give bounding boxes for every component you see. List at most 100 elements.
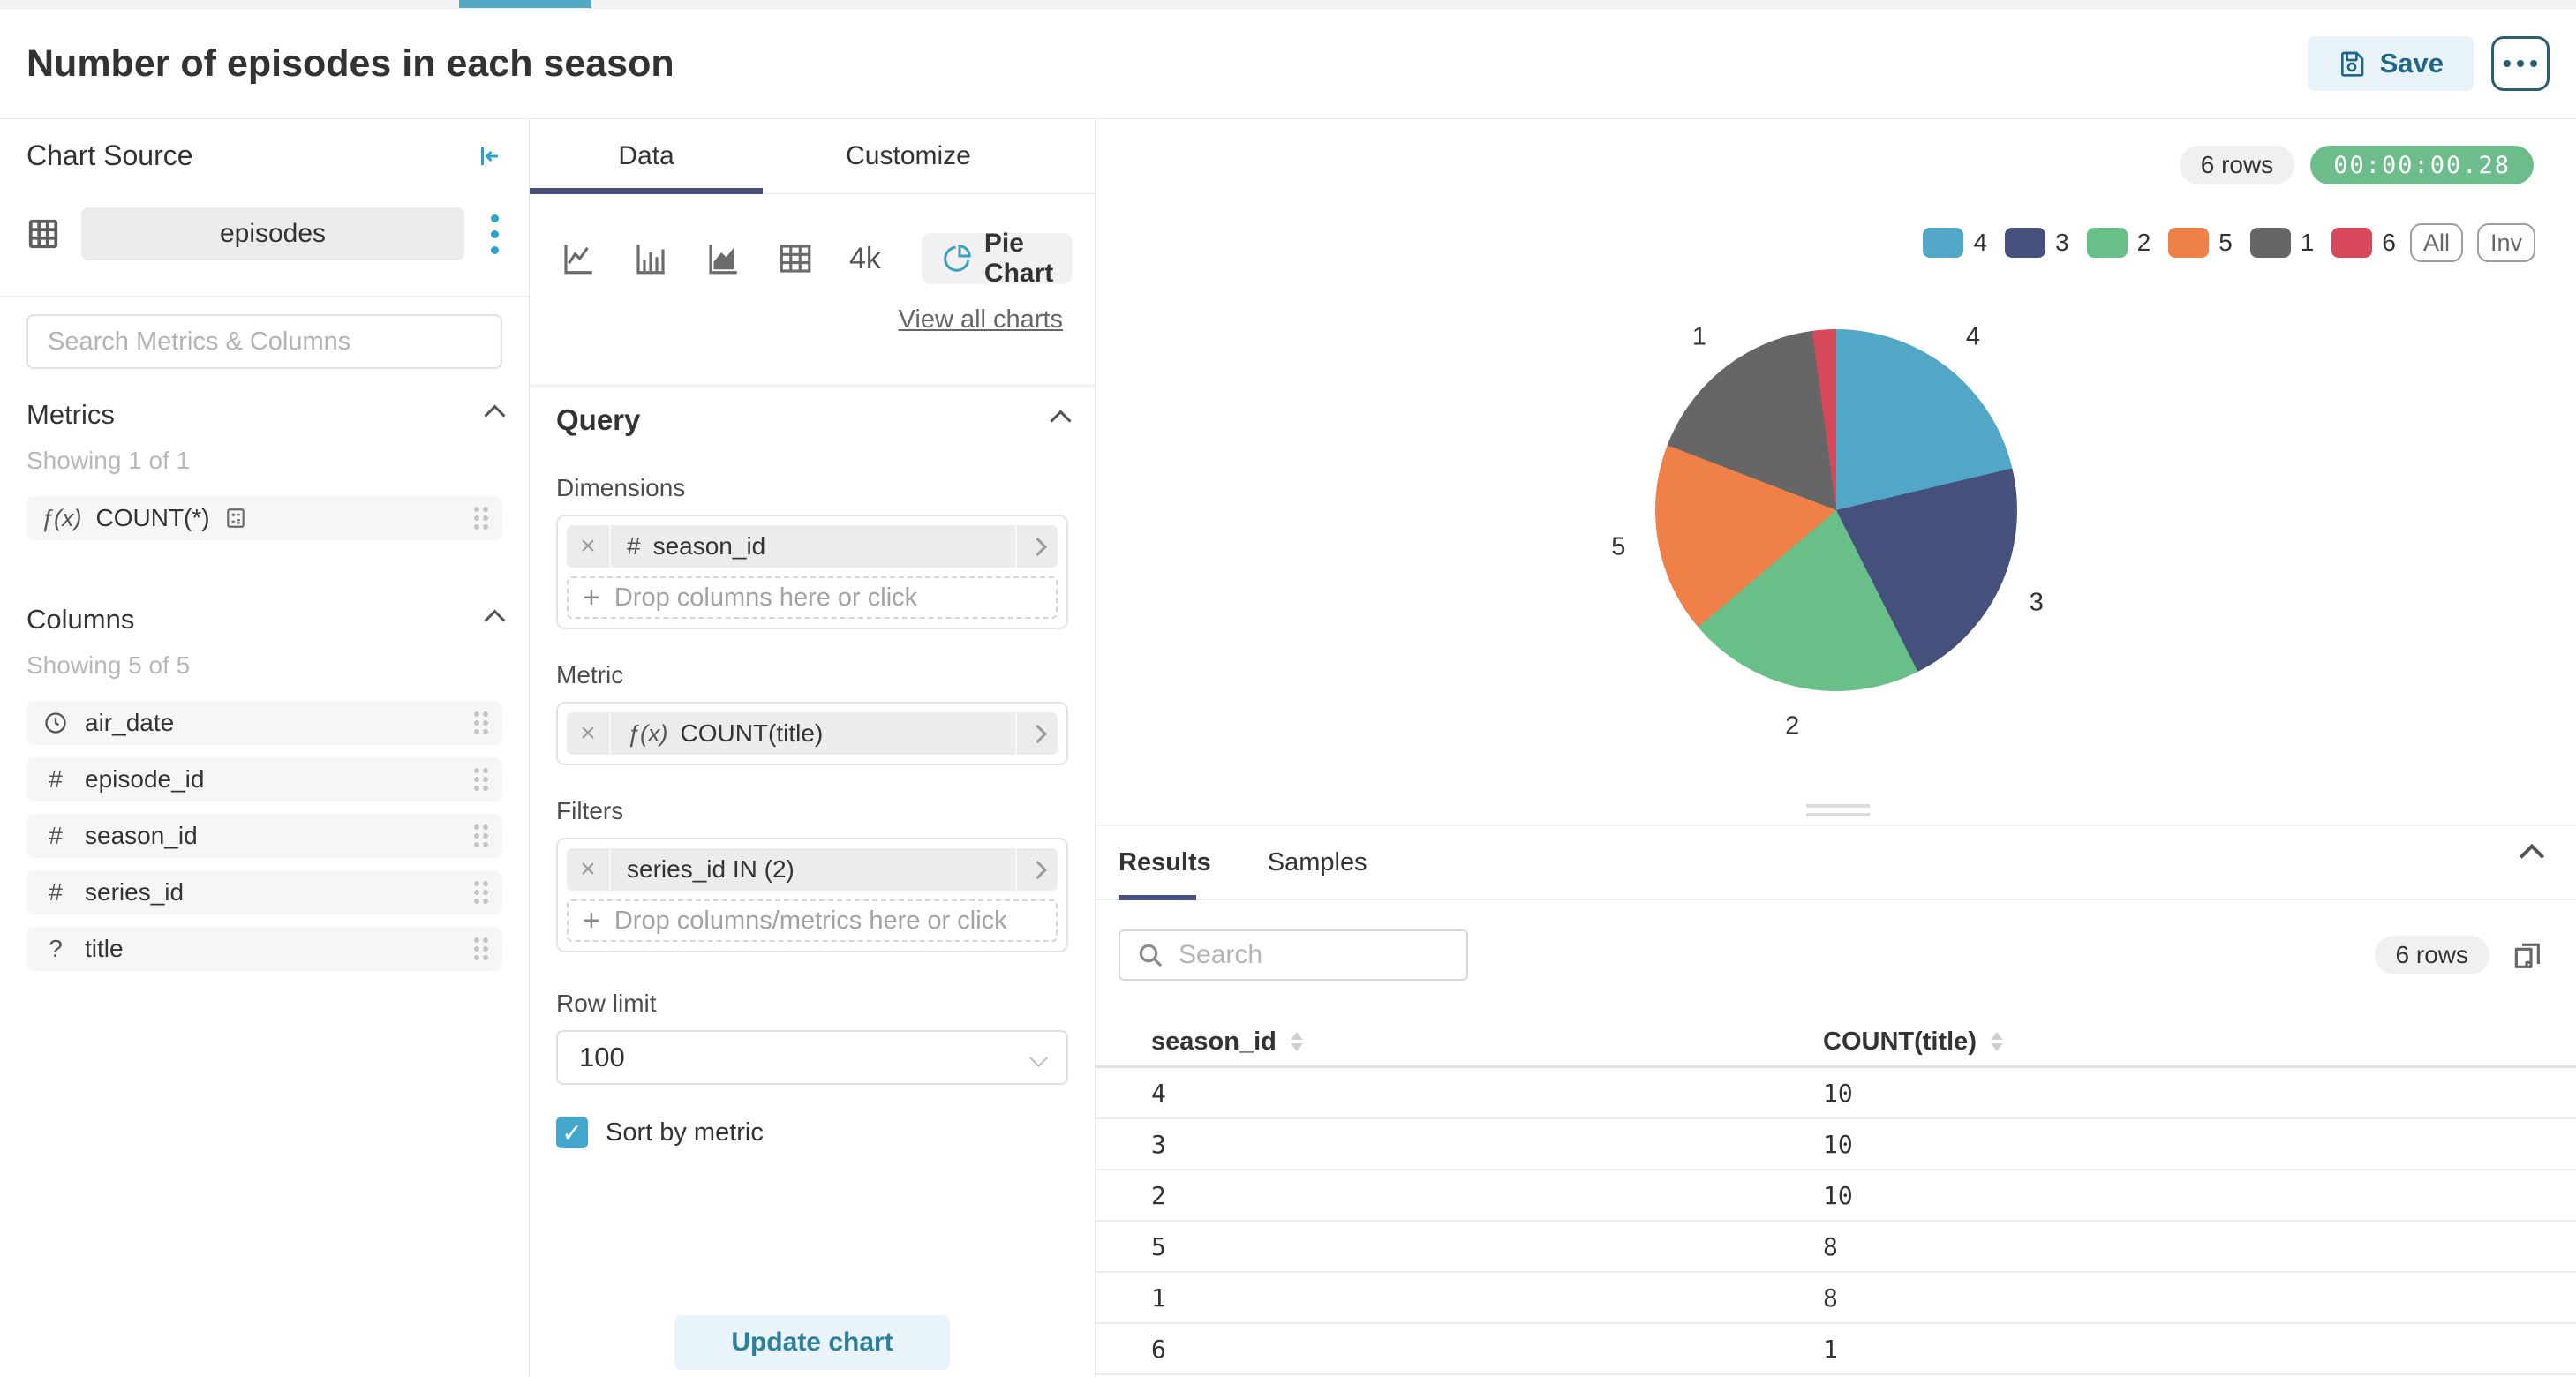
legend-label: 1 <box>2301 229 2315 257</box>
selected-viz-pie-chart[interactable]: Pie Chart <box>922 233 1073 284</box>
row-limit-select[interactable]: 100 <box>556 1030 1068 1085</box>
chart-legend: 4 3 2 5 1 6 All Inv <box>1905 223 2535 262</box>
remove-icon[interactable]: × <box>567 848 611 891</box>
chip-expand-icon[interactable] <box>1015 848 1058 891</box>
dimensions-drop-zone[interactable]: + Drop columns here or click <box>567 576 1058 619</box>
table-chart-icon[interactable] <box>777 240 814 277</box>
cell-season-id: 4 <box>1096 1079 1823 1108</box>
legend-item[interactable]: 5 <box>2168 228 2233 258</box>
control-panel: Data Customize <box>530 119 1096 1377</box>
legend-swatch <box>2005 228 2045 258</box>
column-label: series_id <box>85 878 184 907</box>
results-table: season_id COUNT(title) 4 10 3 10 2 10 <box>1096 1018 2576 1375</box>
chart-status-row: 6 rows 00:00:00.28 <box>2180 146 2534 184</box>
chip-expand-icon[interactable] <box>1015 712 1058 755</box>
page-title: Number of episodes in each season <box>26 42 674 86</box>
line-chart-icon[interactable] <box>560 240 597 277</box>
pie-slice-label: 5 <box>1611 532 1625 561</box>
column-header-season-id[interactable]: season_id <box>1096 1027 1823 1057</box>
drag-handle-icon[interactable] <box>474 824 488 847</box>
divider <box>0 296 529 297</box>
drag-handle-icon[interactable] <box>474 711 488 734</box>
drag-handle-icon[interactable] <box>474 881 488 904</box>
tab-samples[interactable]: Samples <box>1268 848 1367 877</box>
collapse-panel-icon[interactable] <box>476 143 502 169</box>
legend-item[interactable]: 3 <box>2005 228 2069 258</box>
chip-expand-icon[interactable] <box>1015 525 1058 568</box>
hash-icon: # <box>41 822 71 850</box>
filters-drop-zone[interactable]: + Drop columns/metrics here or click <box>567 899 1058 942</box>
columns-collapse-icon[interactable] <box>484 609 505 630</box>
column-list-item[interactable]: ? title <box>26 927 502 971</box>
metric-chip[interactable]: × ƒ(x) COUNT(title) <box>567 712 1058 755</box>
pie-slice-label: 1 <box>1692 322 1706 351</box>
sort-by-metric-checkbox[interactable]: ✓ <box>556 1117 588 1148</box>
copy-icon[interactable] <box>2509 937 2544 973</box>
tab-results[interactable]: Results <box>1119 848 1211 877</box>
area-chart-icon[interactable] <box>704 240 742 277</box>
legend-invert-button[interactable]: Inv <box>2477 223 2535 262</box>
save-button[interactable]: Save <box>2308 36 2474 91</box>
chart-panel: 6 rows 00:00:00.28 4 3 2 5 1 <box>1096 119 2576 1377</box>
legend-item[interactable]: 4 <box>1923 228 1987 258</box>
column-label: season_id <box>85 822 198 850</box>
big-number-chart-icon[interactable]: 4k <box>849 242 881 276</box>
collapse-results-icon[interactable] <box>2523 847 2541 869</box>
query-collapse-icon[interactable] <box>1050 410 1071 431</box>
legend-swatch <box>2168 228 2209 258</box>
drag-handle-icon[interactable] <box>474 768 488 791</box>
columns-heading: Columns <box>26 604 134 636</box>
results-search-input[interactable] <box>1177 939 1450 971</box>
column-header-count-title[interactable]: COUNT(title) <box>1823 1027 2576 1057</box>
dimension-chip[interactable]: × # season_id <box>567 525 1058 568</box>
update-chart-button[interactable]: Update chart <box>674 1315 950 1370</box>
dot <box>2517 60 2524 67</box>
legend-swatch <box>2250 228 2291 258</box>
tab-customize[interactable]: Customize <box>763 119 1054 193</box>
sort-icon[interactable] <box>1991 1032 2003 1051</box>
cell-season-id: 1 <box>1096 1283 1823 1313</box>
pie-slice-label: 4 <box>1966 322 1980 351</box>
table-row: 3 10 <box>1096 1119 2576 1170</box>
remove-icon[interactable]: × <box>567 712 611 755</box>
pie-chart[interactable] <box>1655 329 2017 691</box>
active-tab-indicator <box>1119 895 1196 900</box>
cell-count: 8 <box>1823 1232 2576 1261</box>
drag-handle-icon[interactable] <box>474 937 488 960</box>
column-list-item[interactable]: # series_id <box>26 870 502 914</box>
legend-item[interactable]: 2 <box>2087 228 2151 258</box>
search-input[interactable] <box>46 327 483 357</box>
dimensions-control: × # season_id + Drop columns here or cli… <box>556 515 1068 629</box>
more-actions-button[interactable] <box>2491 36 2550 91</box>
sort-icon[interactable] <box>1291 1032 1303 1051</box>
hash-icon: # <box>41 765 71 794</box>
metrics-columns-search[interactable] <box>26 314 502 369</box>
tab-data[interactable]: Data <box>530 119 763 193</box>
legend-label: 6 <box>2382 229 2396 257</box>
remove-icon[interactable]: × <box>567 525 611 568</box>
table-row: 5 8 <box>1096 1222 2576 1273</box>
drag-handle-icon[interactable] <box>474 507 488 530</box>
legend-item[interactable]: 6 <box>2331 228 2396 258</box>
legend-item[interactable]: 1 <box>2250 228 2315 258</box>
metric-control: × ƒ(x) COUNT(title) <box>556 702 1068 765</box>
selected-viz-label: Pie Chart <box>984 229 1053 289</box>
column-header-label: season_id <box>1151 1027 1277 1057</box>
filter-chip[interactable]: × series_id IN (2) <box>567 848 1058 891</box>
view-all-charts-link[interactable]: View all charts <box>530 305 1095 335</box>
legend-select-all-button[interactable]: All <box>2410 223 2463 262</box>
panel-resize-handle[interactable] <box>1806 804 1870 822</box>
bar-chart-icon[interactable] <box>632 240 669 277</box>
results-search-box[interactable] <box>1119 929 1468 981</box>
metrics-collapse-icon[interactable] <box>484 404 505 425</box>
legend-swatch <box>1923 228 1963 258</box>
dataset-options-kebab-icon[interactable] <box>487 211 502 258</box>
column-list-item[interactable]: # season_id <box>26 814 502 858</box>
column-list-item[interactable]: air_date <box>26 701 502 745</box>
metric-chip-label: COUNT(title) <box>681 719 824 748</box>
control-tabs: Data Customize <box>530 119 1095 194</box>
column-list-item[interactable]: # episode_id <box>26 757 502 801</box>
dataset-selector[interactable]: episodes <box>81 207 464 260</box>
metric-list-item[interactable]: ƒ(x) COUNT(*) <box>26 496 502 540</box>
active-tab-indicator <box>530 188 763 194</box>
